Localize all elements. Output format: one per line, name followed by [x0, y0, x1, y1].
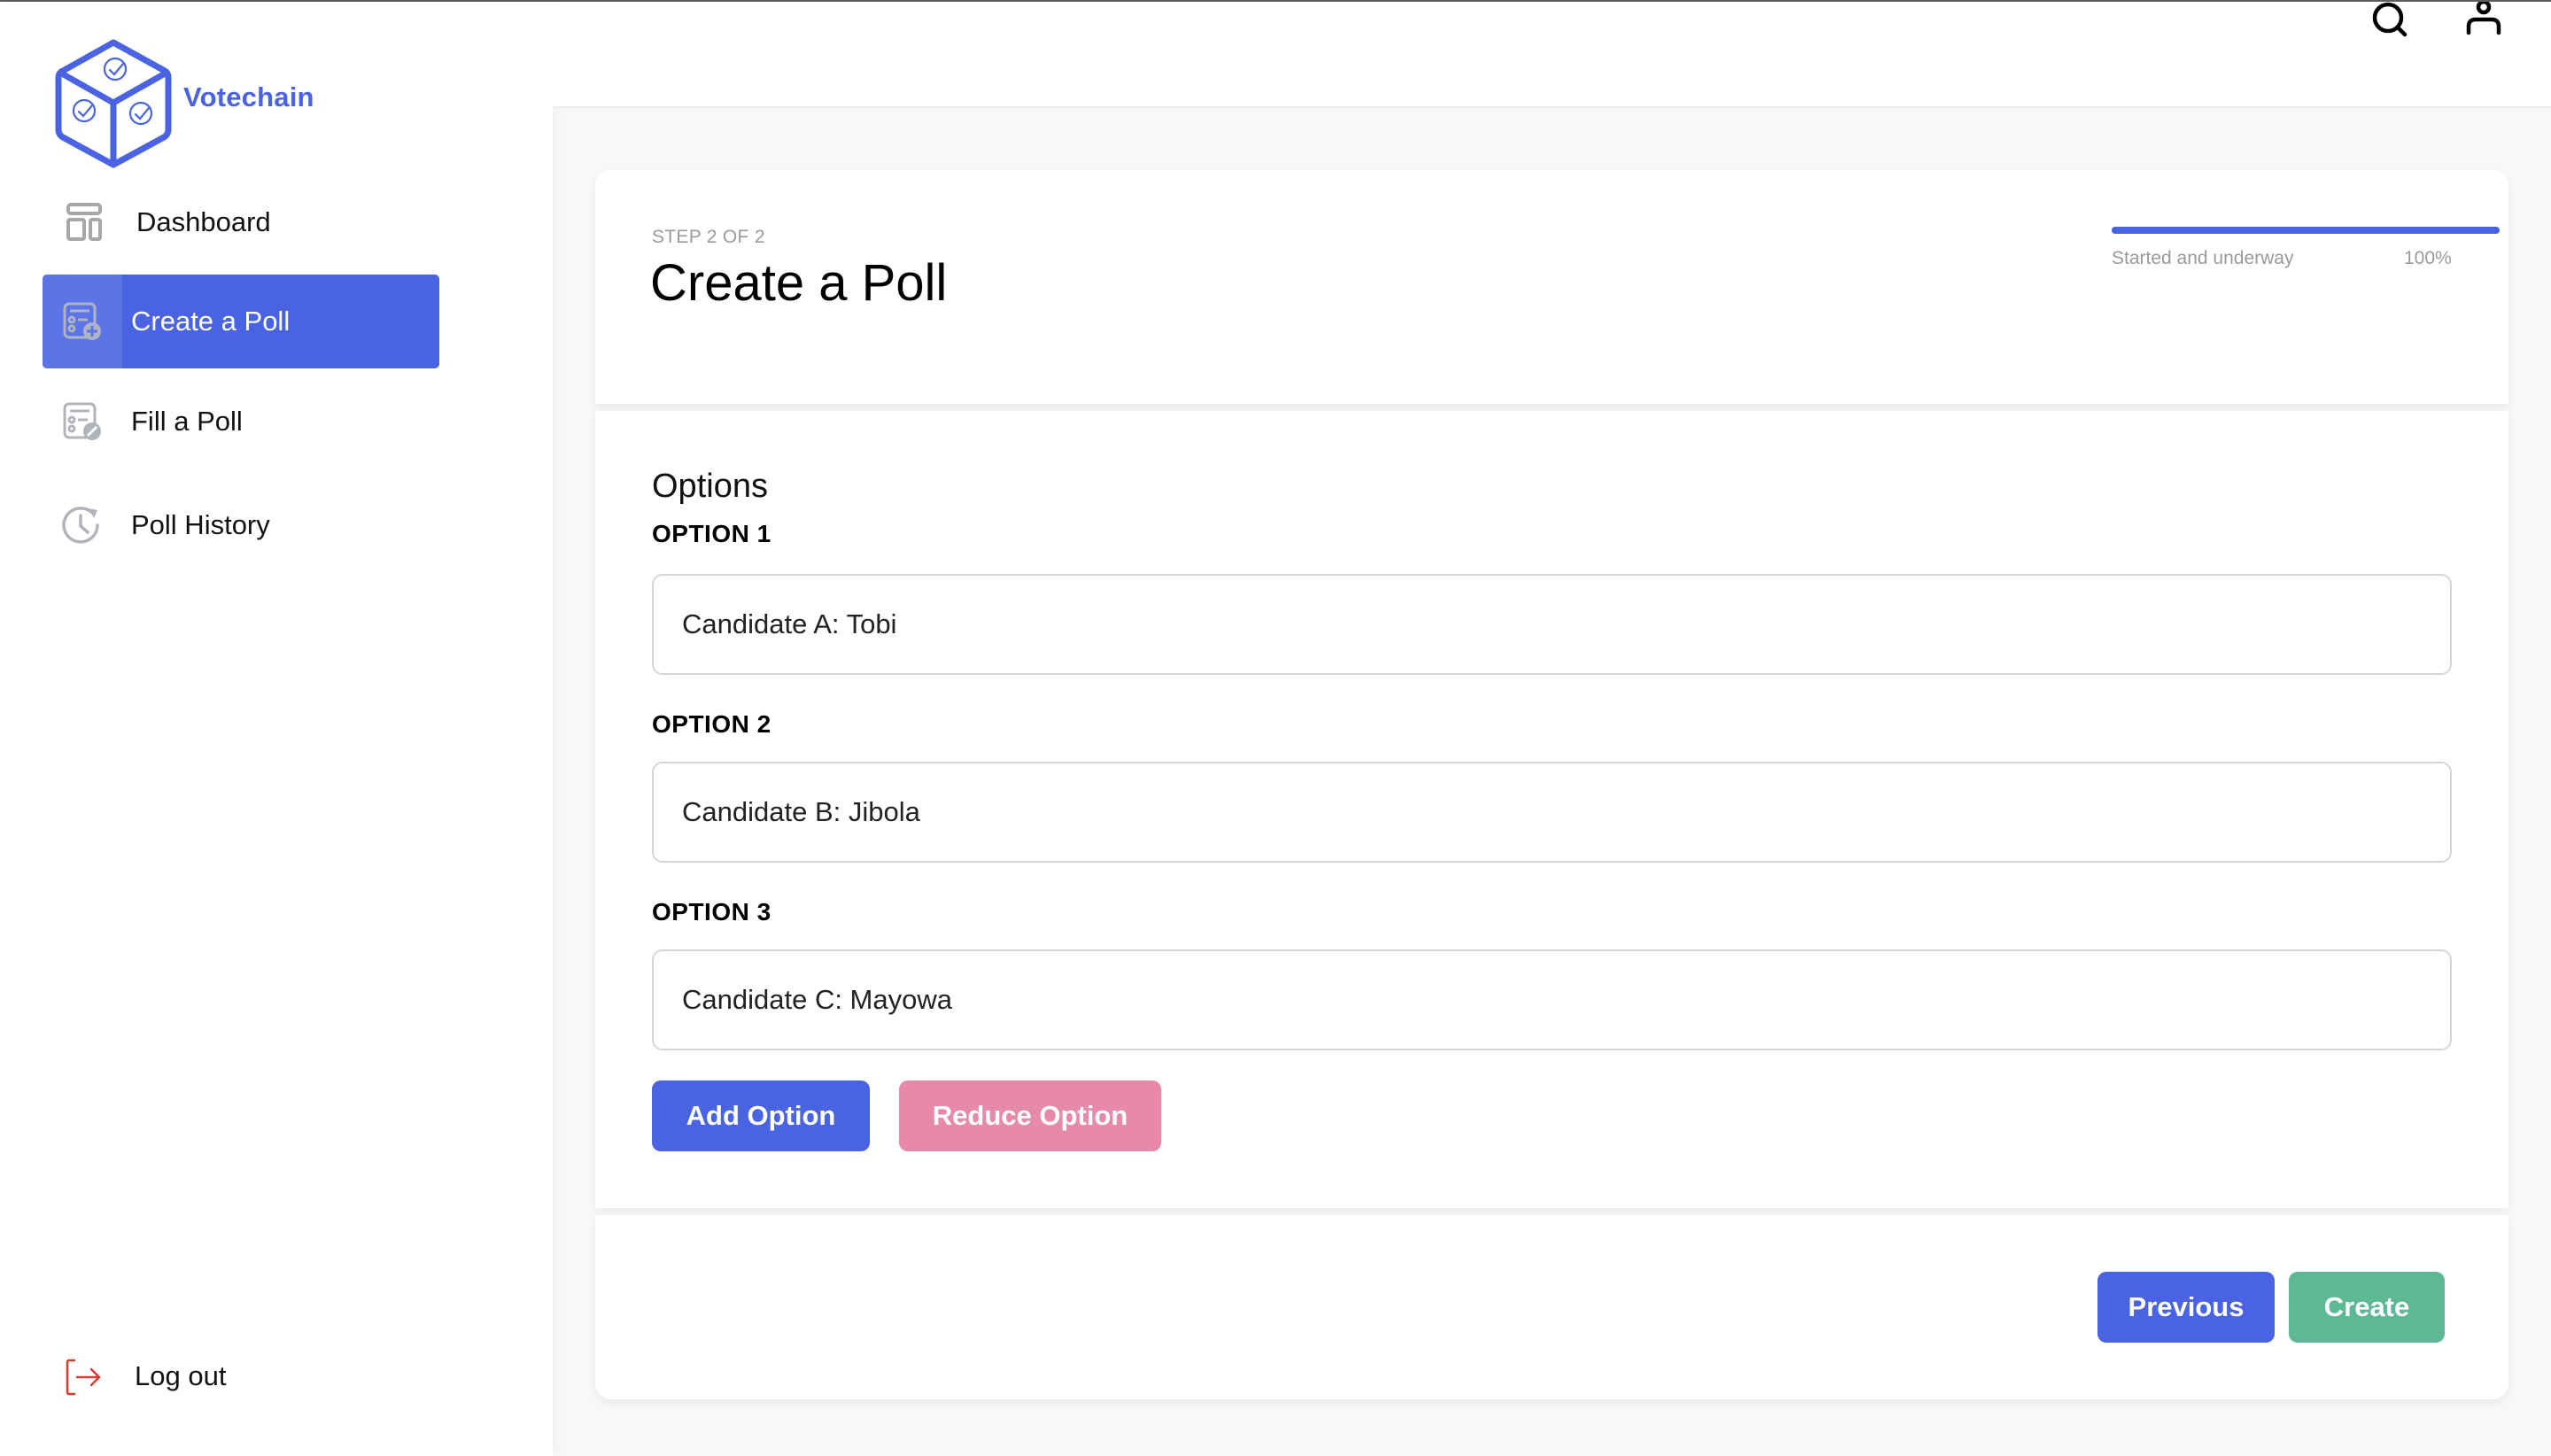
logout-icon — [66, 1359, 101, 1396]
sidebar-item-fill-a-poll[interactable]: Fill a Poll — [43, 375, 439, 469]
history-clock-icon — [62, 507, 99, 544]
search-icon[interactable] — [2367, 2, 2416, 41]
page-title: Create a Poll — [650, 254, 948, 312]
user-icon[interactable] — [2459, 2, 2508, 41]
add-option-button[interactable]: Add Option — [652, 1080, 870, 1151]
sidebar-item-label: Poll History — [131, 509, 270, 540]
progress-bar-fill — [2112, 227, 2500, 234]
sidebar-item-label: Dashboard — [136, 206, 271, 237]
option-2-input[interactable] — [652, 762, 2452, 863]
sidebar: Votechain Dashboard Create a Poll Fill a… — [0, 2, 553, 1456]
fill-poll-icon — [63, 402, 101, 440]
brand-name: Votechain — [183, 81, 314, 112]
logout-label: Log out — [135, 1360, 227, 1391]
sidebar-item-label: Create a Poll — [131, 306, 291, 337]
votechain-logo-icon — [55, 39, 172, 168]
wizard-footer-card: Previous Create — [595, 1215, 2508, 1399]
create-button[interactable]: Create — [2289, 1272, 2445, 1343]
sidebar-item-create-a-poll[interactable]: Create a Poll — [43, 275, 439, 368]
progress-label: Started and underway — [2112, 248, 2294, 268]
reduce-option-button[interactable]: Reduce Option — [899, 1080, 1161, 1151]
options-card: Options OPTION 1 OPTION 2 OPTION 3 Add O… — [595, 411, 2508, 1208]
sidebar-item-dashboard[interactable]: Dashboard — [43, 175, 439, 269]
create-poll-icon — [63, 302, 101, 340]
sidebar-item-label: Fill a Poll — [131, 406, 243, 437]
dashboard-layout-icon — [66, 203, 102, 241]
progress-bar — [2112, 227, 2500, 234]
option-1-input[interactable] — [652, 574, 2452, 675]
option-3-label: OPTION 3 — [652, 898, 772, 925]
logout-button[interactable]: Log out — [43, 1341, 308, 1412]
sidebar-item-poll-history[interactable]: Poll History — [43, 478, 439, 572]
top-header — [553, 2, 2551, 108]
options-section-title: Options — [652, 468, 768, 505]
progress-percent: 100% — [2404, 248, 2452, 268]
previous-button[interactable]: Previous — [2097, 1272, 2275, 1343]
step-indicator: STEP 2 OF 2 — [652, 227, 765, 247]
option-3-input[interactable] — [652, 949, 2452, 1050]
wizard-header-card: STEP 2 OF 2 Create a Poll Started and un… — [595, 170, 2508, 404]
option-1-label: OPTION 1 — [652, 520, 772, 547]
option-2-label: OPTION 2 — [652, 710, 772, 738]
